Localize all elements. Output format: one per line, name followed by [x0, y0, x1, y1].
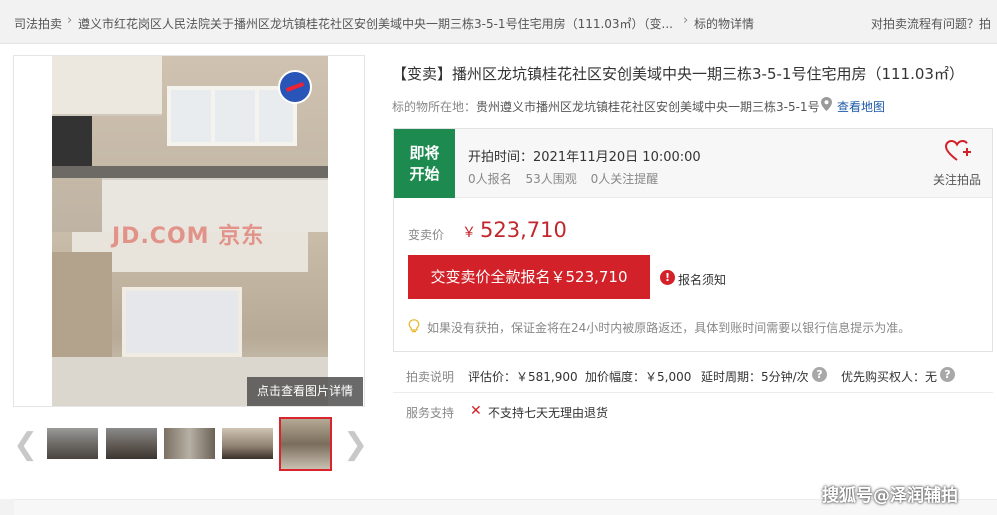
- thumbnail-2[interactable]: [106, 428, 157, 459]
- item-title: 【变卖】播州区龙坑镇桂花社区安创美域中央一期三栋3-5-1号住宅用房（111.0…: [392, 65, 964, 83]
- status-badge: 即将 开始: [394, 129, 455, 198]
- alert-icon: !: [660, 270, 675, 285]
- chevron-left-icon[interactable]: ❮: [13, 430, 38, 460]
- chevron-right-icon: ›: [67, 13, 73, 28]
- breadcrumb-item-detail: 标的物详情: [694, 17, 755, 31]
- view-map-link[interactable]: 查看地图: [837, 98, 885, 115]
- bid-increment: 加价幅度：￥5,000: [585, 370, 692, 384]
- main-image-frame: JD.COM 京东: [13, 55, 365, 407]
- appraisal-price: 评估价：￥581,900: [468, 370, 578, 384]
- heart-plus-icon[interactable]: [945, 140, 971, 162]
- auction-description-label: 拍卖说明: [406, 370, 455, 384]
- close-icon: ✕: [470, 403, 482, 419]
- signup-notice-link[interactable]: 报名须知: [678, 271, 726, 288]
- thumbnail-4[interactable]: [222, 428, 273, 459]
- watcher-count: 53人围观: [525, 172, 577, 186]
- breadcrumb-item-court-auction[interactable]: 遵义市红花岗区人民法院关于播州区龙坑镇桂花社区安创美域中央一期三栋3-5-1号住…: [78, 15, 673, 32]
- image-watermark: JD.COM 京东: [112, 224, 265, 249]
- no-return-policy: 不支持七天无理由退货: [488, 406, 609, 420]
- map-pin-icon: [821, 97, 832, 111]
- main-property-image[interactable]: JD.COM 京东: [52, 56, 328, 406]
- view-image-detail-button[interactable]: 点击查看图片详情: [247, 377, 363, 406]
- thumbnail-1[interactable]: [47, 428, 98, 459]
- location-value: 贵州遵义市播州区龙坑镇桂花社区安创美域中央一期三栋3-5-1号: [476, 100, 820, 114]
- full-payment-signup-button[interactable]: 交变卖价全款报名￥523,710: [408, 255, 650, 299]
- question-icon[interactable]: ?: [940, 367, 955, 382]
- service-support-label: 服务支持: [406, 406, 455, 420]
- auction-stats: 0人报名 53人围观 0人关注提醒: [468, 170, 668, 187]
- status-badge-line2: 开始: [409, 165, 440, 183]
- price-amount: 523,710: [480, 218, 567, 242]
- reminder-count: 0人关注提醒: [590, 172, 659, 186]
- auction-status-header: 即将 开始 开拍时间：2021年11月20日 10:00:00 0人报名 53人…: [394, 129, 992, 198]
- thumbnail-5-selected[interactable]: [279, 417, 332, 471]
- help-link[interactable]: 对拍卖流程有问题？拍: [871, 15, 991, 32]
- auction-box: 即将 开始 开拍时间：2021年11月20日 10:00:00 0人报名 53人…: [393, 128, 993, 352]
- status-badge-line1: 即将: [409, 144, 440, 162]
- sohu-watermark: 搜狐号@泽润辅拍: [822, 486, 958, 506]
- lightbulb-icon: [408, 319, 420, 333]
- breadcrumb-item-judicial-auction[interactable]: 司法拍卖: [14, 15, 62, 32]
- divider: [393, 392, 993, 393]
- breadcrumb: 司法拍卖 › 遵义市红花岗区人民法院关于播州区龙坑镇桂花社区安创美域中央一期三栋…: [0, 0, 997, 44]
- chevron-right-icon[interactable]: ❯: [343, 430, 368, 460]
- delay-period: 延时周期：5分钟/次: [701, 370, 809, 384]
- question-icon[interactable]: ?: [812, 367, 827, 382]
- price-label: 变卖价: [408, 228, 445, 242]
- follow-item-button[interactable]: 关注拍品: [933, 171, 981, 188]
- thumbnail-3[interactable]: [164, 428, 215, 459]
- currency-symbol: ￥: [462, 225, 476, 241]
- agency-logo-icon: [278, 70, 312, 104]
- signup-count: 0人报名: [468, 172, 512, 186]
- refund-tip: 如果没有获拍，保证金将在24小时内被原路返还，具体到账时间需要以银行信息提示为准…: [427, 321, 911, 335]
- price-value: ￥ 523,710: [462, 218, 567, 242]
- start-time: 开拍时间：2021年11月20日 10:00:00: [468, 150, 701, 165]
- chevron-right-icon: ›: [683, 13, 689, 28]
- priority-buyer: 优先购买权人：无: [841, 370, 938, 384]
- location-label: 标的物所在地：: [392, 100, 477, 114]
